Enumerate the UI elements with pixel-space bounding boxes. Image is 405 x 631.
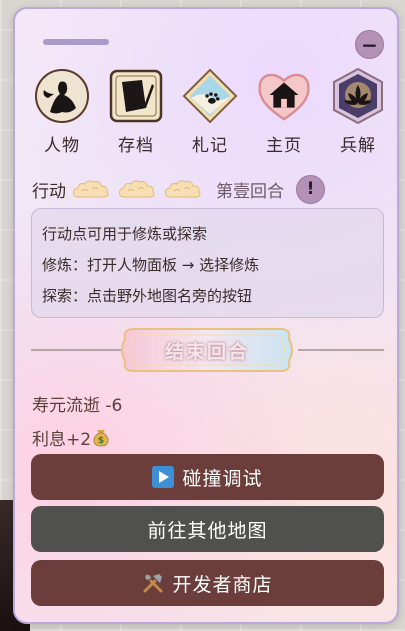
- auspicious-cloud-icon: [73, 180, 109, 198]
- info-box: 行动点可用于修炼或探索 修炼：打开人物面板 → 选择修炼 探索：点击野外地图名旁…: [31, 208, 384, 318]
- exclamation-icon: !: [306, 179, 315, 199]
- round-label: 第壹回合: [216, 181, 284, 202]
- nav-label-character: 人物: [44, 136, 80, 156]
- dev-shop-label: 开发者商店: [172, 573, 273, 596]
- money-bag-icon: $: [93, 430, 109, 447]
- nav-item-character[interactable]: 人物: [31, 67, 93, 162]
- info-line: 行动点可用于修炼或探索: [42, 225, 208, 243]
- minimize-button[interactable]: −: [355, 30, 384, 59]
- nav-bar: 人物 存档 札记 主页 兵解: [31, 67, 389, 162]
- info-line: 修炼：打开人物面板 → 选择修炼: [42, 256, 260, 274]
- nav-item-save[interactable]: 存档: [105, 67, 167, 162]
- collision-debug-label: 碰撞调试: [182, 467, 263, 490]
- interest-stat: 利息+2 $: [32, 425, 111, 450]
- nav-item-home[interactable]: 主页: [253, 67, 315, 162]
- minimize-icon: −: [361, 32, 378, 57]
- lotus-icon: [330, 67, 386, 125]
- play-icon: [152, 466, 175, 488]
- divider: [298, 349, 384, 351]
- game-panel: − 人物 存档 札记 主页 兵解 行动 第壹回合 ! 行动点可用于修炼或探索 修…: [13, 7, 399, 624]
- interest-label: 利息+2: [32, 430, 92, 450]
- auspicious-cloud-icon: [119, 180, 155, 198]
- auspicious-cloud-icon: [165, 180, 201, 198]
- home-icon: [256, 67, 312, 125]
- collision-debug-button[interactable]: 碰撞调试: [31, 454, 384, 500]
- other-maps-label: 前往其他地图: [147, 519, 268, 542]
- end-round-button[interactable]: 结束回合: [119, 325, 295, 375]
- nav-label-save: 存档: [118, 136, 154, 156]
- svg-text:$: $: [98, 436, 104, 446]
- dev-shop-button[interactable]: 开发者商店: [31, 560, 384, 606]
- nav-label-notes: 札记: [192, 136, 228, 156]
- other-maps-button[interactable]: 前往其他地图: [31, 506, 384, 552]
- nav-label-shed: 兵解: [340, 136, 376, 156]
- save-icon: [108, 67, 164, 125]
- character-icon: [34, 67, 90, 125]
- tools-icon: [142, 572, 164, 594]
- drag-handle[interactable]: [43, 39, 109, 45]
- action-points-row: 行动 第壹回合 !: [32, 173, 392, 205]
- lifespan-stat: 寿元流逝 -6: [32, 396, 123, 416]
- end-round-label: 结束回合: [164, 340, 249, 363]
- nav-item-shed[interactable]: 兵解: [327, 67, 389, 162]
- info-button[interactable]: !: [296, 174, 325, 204]
- nav-label-home: 主页: [266, 136, 302, 156]
- divider: [31, 349, 131, 351]
- nav-item-notes[interactable]: 札记: [179, 67, 241, 162]
- notes-icon: [182, 67, 238, 125]
- info-line: 探索：点击野外地图名旁的按钮: [42, 287, 253, 305]
- action-label: 行动: [32, 181, 66, 202]
